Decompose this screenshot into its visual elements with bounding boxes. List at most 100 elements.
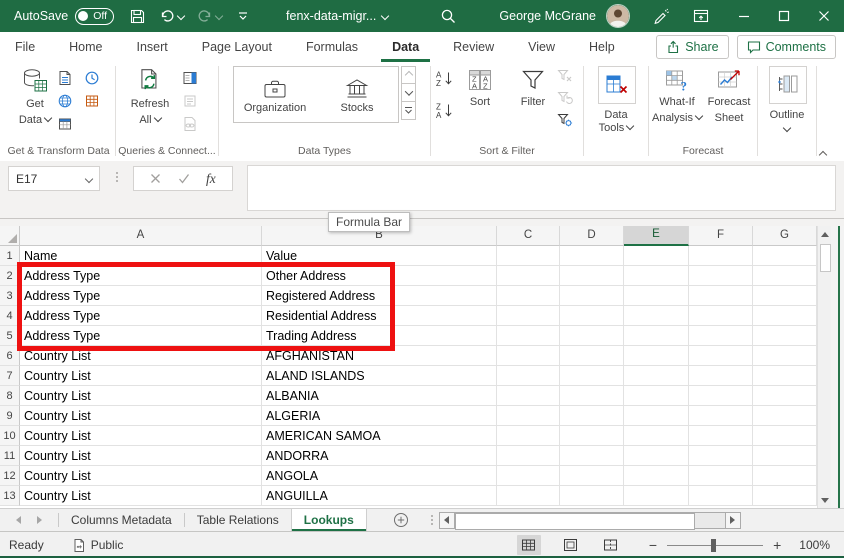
cell-B7[interactable]: ALAND ISLANDS xyxy=(262,366,497,386)
insert-function-button[interactable]: fx xyxy=(206,171,216,187)
cell-C11[interactable] xyxy=(497,446,560,466)
tab-data[interactable]: Data xyxy=(381,33,430,62)
avatar[interactable] xyxy=(606,4,630,28)
scroll-up-button[interactable] xyxy=(818,226,831,242)
scroll-down-button[interactable] xyxy=(818,492,832,508)
cell-F2[interactable] xyxy=(689,266,753,286)
outline-dropdown[interactable] xyxy=(758,120,816,138)
sheet-nav-next-button[interactable] xyxy=(29,509,58,531)
edit-links-button[interactable] xyxy=(182,116,198,132)
row-header-7[interactable]: 7 xyxy=(0,366,20,386)
cell-G11[interactable] xyxy=(753,446,817,466)
row-header-6[interactable]: 6 xyxy=(0,346,20,366)
sensitivity-label[interactable]: Public xyxy=(72,538,124,553)
from-table-range-button[interactable] xyxy=(84,93,100,109)
cell-E3[interactable] xyxy=(624,286,689,306)
cell-A6[interactable]: Country List xyxy=(20,346,262,366)
cell-D6[interactable] xyxy=(560,346,624,366)
cell-G10[interactable] xyxy=(753,426,817,446)
normal-view-button[interactable] xyxy=(517,535,541,555)
get-data-button[interactable]: Get Data xyxy=(10,62,60,127)
cancel-icon[interactable] xyxy=(150,173,161,184)
scroll-left-button[interactable] xyxy=(439,512,455,529)
sort-button[interactable]: ZA AZ Sort xyxy=(461,62,499,109)
redo-button[interactable] xyxy=(197,8,222,24)
tab-review[interactable]: Review xyxy=(442,33,505,62)
sort-descending-button[interactable]: ZA xyxy=(435,102,455,118)
cell-A13[interactable]: Country List xyxy=(20,486,262,506)
tab-view[interactable]: View xyxy=(517,33,566,62)
column-header-G[interactable]: G xyxy=(753,226,817,246)
row-header-3[interactable]: 3 xyxy=(0,286,20,306)
cell-E5[interactable] xyxy=(624,326,689,346)
tab-bar-grip[interactable] xyxy=(431,515,433,525)
column-header-C[interactable]: C xyxy=(497,226,560,246)
from-text-csv-button[interactable] xyxy=(57,70,73,86)
row-header-4[interactable]: 4 xyxy=(0,306,20,326)
cell-B12[interactable]: ANGOLA xyxy=(262,466,497,486)
cell-D10[interactable] xyxy=(560,426,624,446)
horizontal-scroll-track[interactable] xyxy=(455,512,725,529)
cell-F6[interactable] xyxy=(689,346,753,366)
tab-file[interactable]: File xyxy=(4,33,46,62)
cell-G1[interactable] xyxy=(753,246,817,266)
zoom-out-button[interactable]: − xyxy=(649,537,657,553)
cell-F12[interactable] xyxy=(689,466,753,486)
cell-E4[interactable] xyxy=(624,306,689,326)
cell-E2[interactable] xyxy=(624,266,689,286)
cell-B13[interactable]: ANGUILLA xyxy=(262,486,497,506)
scroll-right-button[interactable] xyxy=(725,512,741,529)
cell-A4[interactable]: Address Type xyxy=(20,306,262,326)
cell-B11[interactable]: ANDORRA xyxy=(262,446,497,466)
vertical-scroll-thumb[interactable] xyxy=(820,244,831,272)
cell-C5[interactable] xyxy=(497,326,560,346)
cell-D8[interactable] xyxy=(560,386,624,406)
autosave-toggle[interactable]: Off xyxy=(75,8,114,25)
tab-page-layout[interactable]: Page Layout xyxy=(191,33,283,62)
cell-E8[interactable] xyxy=(624,386,689,406)
zoom-slider[interactable] xyxy=(667,545,763,546)
row-header-8[interactable]: 8 xyxy=(0,386,20,406)
collapse-ribbon-button[interactable] xyxy=(820,144,826,162)
cell-C8[interactable] xyxy=(497,386,560,406)
formula-bar-grip[interactable] xyxy=(116,172,118,182)
cell-D2[interactable] xyxy=(560,266,624,286)
cell-G5[interactable] xyxy=(753,326,817,346)
cell-A5[interactable]: Address Type xyxy=(20,326,262,346)
from-web-button[interactable] xyxy=(57,93,73,109)
sheet-tab-columns-metadata[interactable]: Columns Metadata xyxy=(59,509,184,531)
row-header-10[interactable]: 10 xyxy=(0,426,20,446)
cell-B3[interactable]: Registered Address xyxy=(262,286,497,306)
cell-E13[interactable] xyxy=(624,486,689,506)
search-button[interactable] xyxy=(440,8,457,25)
close-button[interactable] xyxy=(804,0,844,32)
cell-E11[interactable] xyxy=(624,446,689,466)
reapply-filter-button[interactable] xyxy=(557,90,573,106)
cell-F10[interactable] xyxy=(689,426,753,446)
ribbon-display-options-button[interactable] xyxy=(692,7,710,25)
vertical-scrollbar[interactable] xyxy=(817,226,831,508)
tab-formulas[interactable]: Formulas xyxy=(295,33,369,62)
cell-F4[interactable] xyxy=(689,306,753,326)
cell-F9[interactable] xyxy=(689,406,753,426)
cell-D1[interactable] xyxy=(560,246,624,266)
cell-E9[interactable] xyxy=(624,406,689,426)
cell-E10[interactable] xyxy=(624,426,689,446)
formula-input[interactable] xyxy=(247,165,836,211)
cell-C2[interactable] xyxy=(497,266,560,286)
page-break-preview-button[interactable] xyxy=(599,535,623,555)
cell-G3[interactable] xyxy=(753,286,817,306)
column-header-E[interactable]: E xyxy=(624,226,689,246)
cell-A2[interactable]: Address Type xyxy=(20,266,262,286)
cell-G7[interactable] xyxy=(753,366,817,386)
cell-B6[interactable]: AFGHANISTAN xyxy=(262,346,497,366)
what-if-analysis-button[interactable]: ? What-If Analysis xyxy=(651,62,703,125)
cell-C4[interactable] xyxy=(497,306,560,326)
cell-D7[interactable] xyxy=(560,366,624,386)
cell-A12[interactable]: Country List xyxy=(20,466,262,486)
cell-G13[interactable] xyxy=(753,486,817,506)
properties-button[interactable] xyxy=(182,93,198,109)
zoom-slider-thumb[interactable] xyxy=(711,539,716,552)
row-header-9[interactable]: 9 xyxy=(0,406,20,426)
zoom-in-button[interactable]: + xyxy=(773,537,781,553)
